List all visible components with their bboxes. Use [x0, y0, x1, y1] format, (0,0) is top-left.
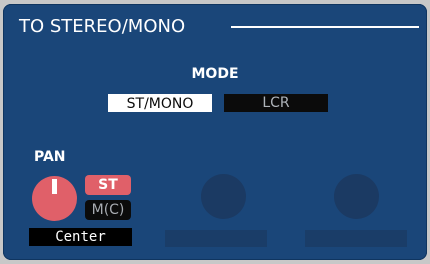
mode-label: MODE	[191, 66, 239, 82]
inactive-value-display	[305, 230, 407, 247]
inactive-knob	[334, 174, 379, 219]
panel-title: TO STEREO/MONO	[19, 16, 186, 37]
title-divider-line	[231, 26, 419, 28]
pan-label: PAN	[34, 149, 66, 165]
mode-st-mono-button[interactable]: ST/MONO	[108, 94, 212, 112]
pan-st-button[interactable]: ST	[85, 175, 131, 195]
mode-lcr-button[interactable]: LCR	[224, 94, 328, 112]
inactive-value-display	[165, 230, 267, 247]
inactive-knob	[201, 174, 246, 219]
pan-mc-button[interactable]: M(C)	[85, 200, 131, 220]
to-stereo-mono-panel: TO STEREO/MONO MODE ST/MONO LCR PAN ST M…	[3, 4, 427, 260]
pan-knob[interactable]	[32, 176, 77, 221]
pan-knob-pointer	[52, 179, 57, 194]
pan-value-display[interactable]: Center	[29, 228, 132, 246]
